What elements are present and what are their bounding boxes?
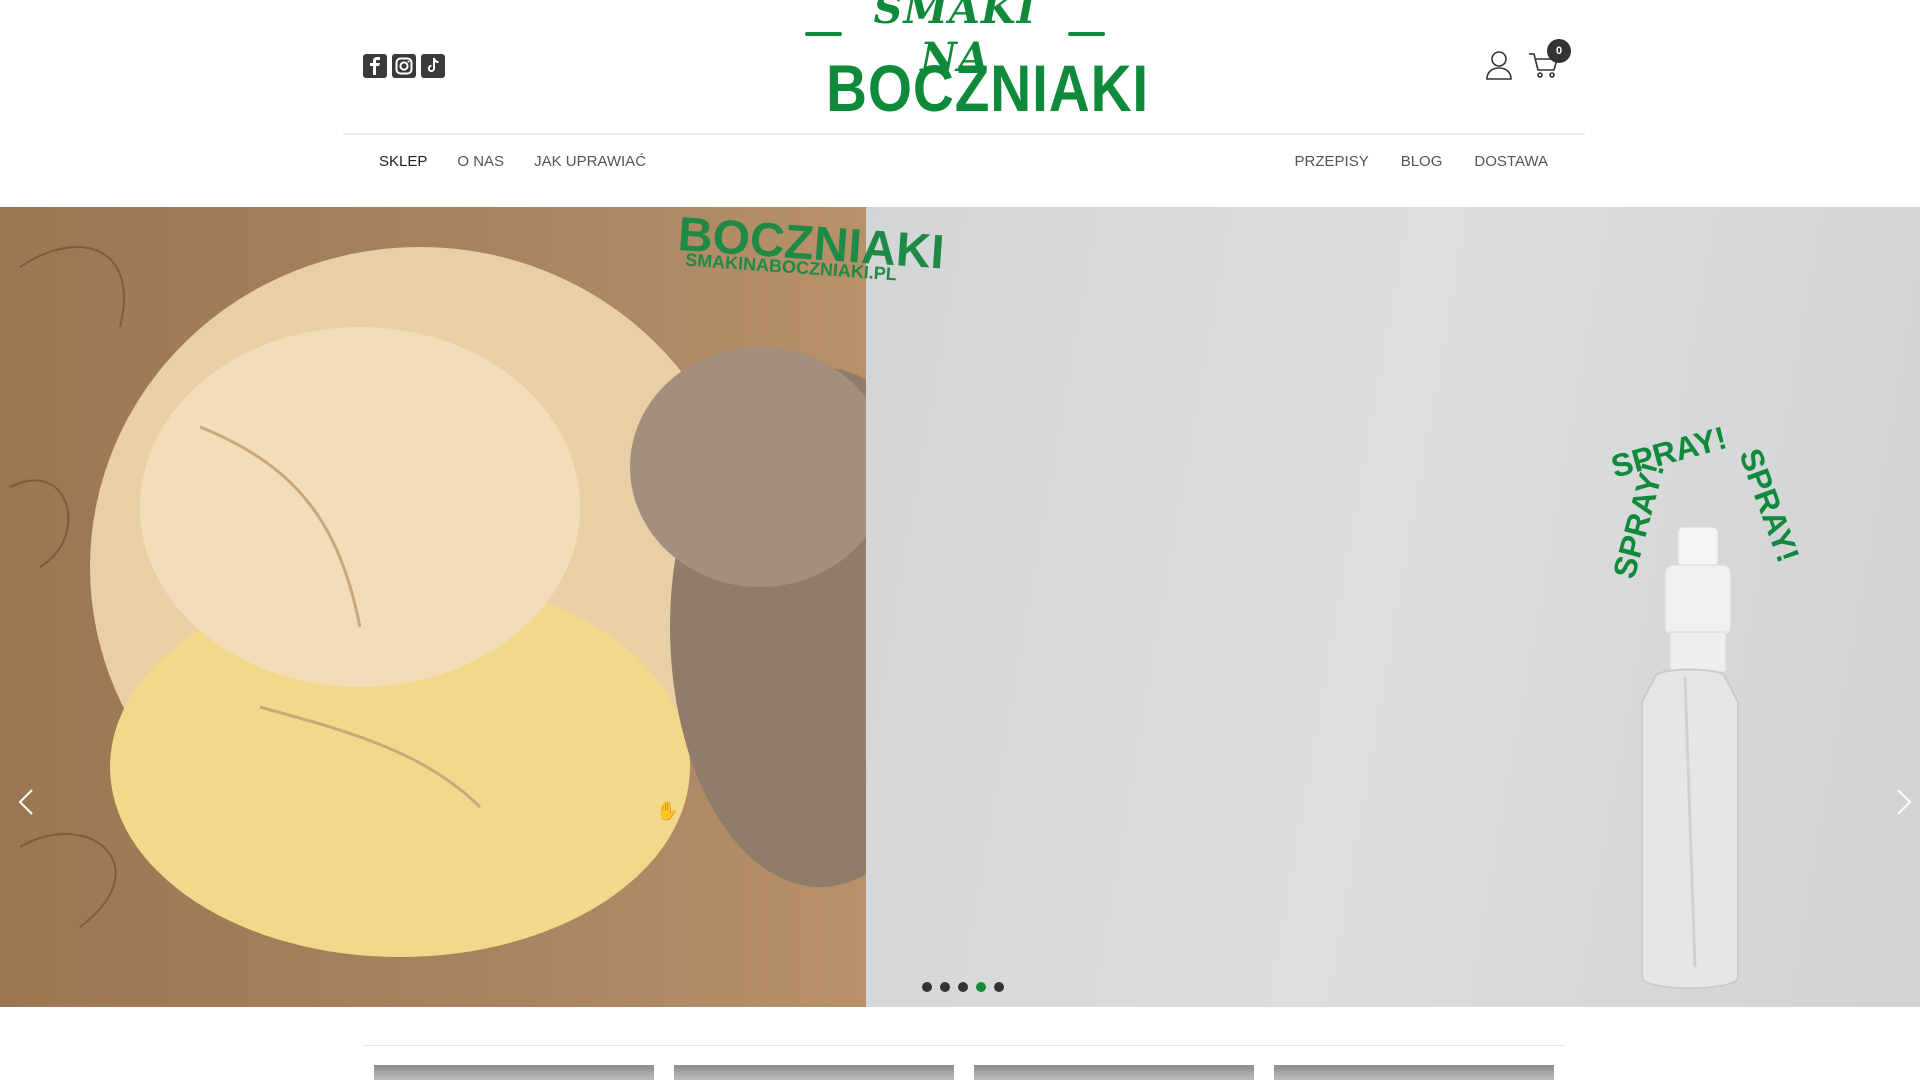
logo-main-text: BOCZNIAKI xyxy=(826,51,1150,125)
tiktok-icon[interactable] xyxy=(421,54,445,78)
logo-dash xyxy=(1068,32,1105,36)
nav-jak-uprawiac[interactable]: JAK UPRAWIAĆ xyxy=(534,153,646,170)
slider-next-icon[interactable] xyxy=(1888,787,1918,817)
nav-o-nas[interactable]: O NAS xyxy=(457,153,504,170)
slider-dots xyxy=(922,982,1004,992)
main-nav-left: SKLEP O NAS JAK UPRAWIAĆ xyxy=(379,153,646,170)
product-thumbnail[interactable] xyxy=(974,1065,1254,1080)
logo-dash xyxy=(805,32,842,36)
nav-sklep[interactable]: SKLEP xyxy=(379,153,427,170)
social-links xyxy=(363,54,445,78)
nav-blog[interactable]: BLOG xyxy=(1401,153,1443,170)
slider-dot-2[interactable] xyxy=(940,982,950,992)
product-thumbnail[interactable] xyxy=(1274,1065,1554,1080)
hand-cursor-icon: ✋ xyxy=(656,801,679,821)
hero-slider[interactable]: BOCZNIAKI SMAKINABOCZNIAKI.PL SPRAY! SPR… xyxy=(0,207,1920,1007)
slider-dot-3[interactable] xyxy=(958,982,968,992)
product-thumbnail[interactable] xyxy=(374,1065,654,1080)
site-logo[interactable]: SMAKI NA BOCZNIAKI xyxy=(805,0,1150,125)
cardboard-box-image: BOCZNIAKI SMAKINABOCZNIAKI.PL xyxy=(0,207,946,1007)
product-thumbnails xyxy=(374,1065,1554,1080)
header-divider xyxy=(343,133,1585,135)
instagram-icon[interactable] xyxy=(392,54,416,78)
slider-dot-5[interactable] xyxy=(994,982,1004,992)
slider-prev-icon[interactable] xyxy=(12,787,42,817)
facebook-icon[interactable] xyxy=(363,54,387,78)
product-thumbnail[interactable] xyxy=(674,1065,954,1080)
slider-dot-1[interactable] xyxy=(922,982,932,992)
user-account-icon[interactable] xyxy=(1485,50,1513,80)
cart-count-badge[interactable]: 0 xyxy=(1547,39,1571,63)
main-nav-right: PRZEPISY BLOG DOSTAWA xyxy=(1295,153,1548,170)
nav-dostawa[interactable]: DOSTAWA xyxy=(1474,153,1548,170)
mushroom-illustration xyxy=(9,246,866,957)
nav-przepisy[interactable]: PRZEPISY xyxy=(1295,153,1369,170)
section-divider xyxy=(363,1045,1565,1046)
site-header: SMAKI NA BOCZNIAKI 0 xyxy=(0,0,1920,134)
slider-dot-4[interactable] xyxy=(976,982,986,992)
spray-bottle-image xyxy=(1641,527,1739,990)
